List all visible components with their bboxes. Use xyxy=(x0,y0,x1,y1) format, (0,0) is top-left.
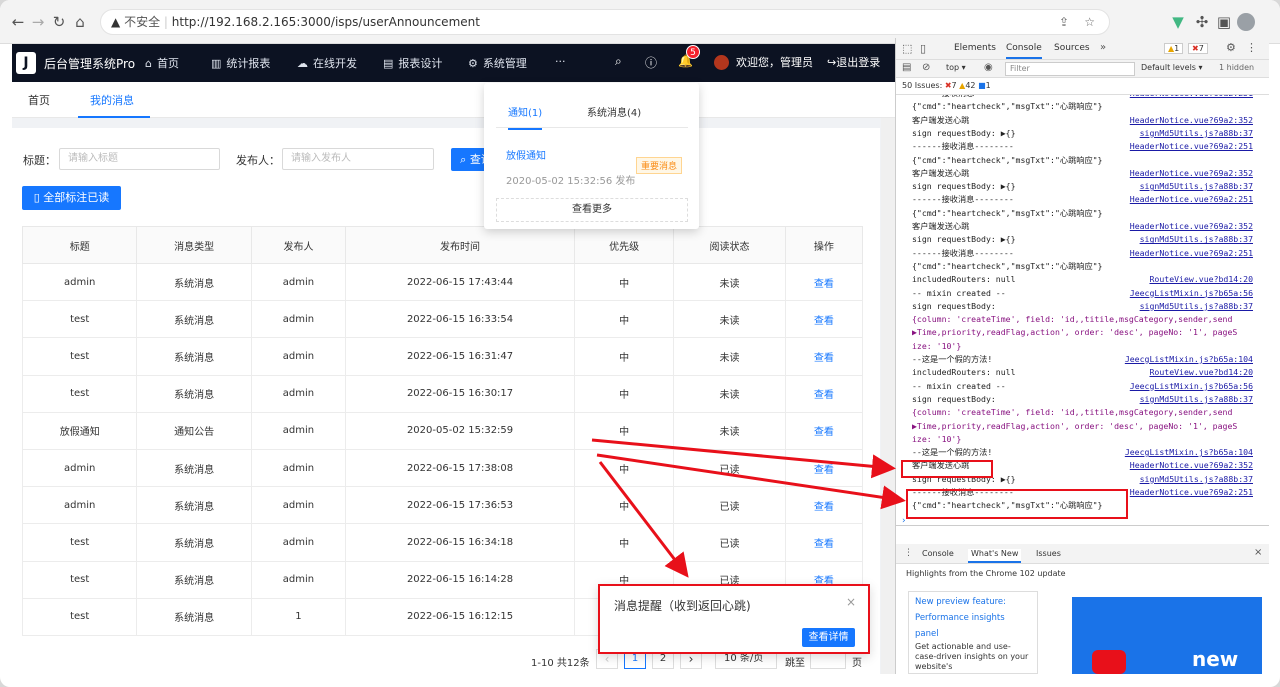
browser-window: ← → ↻ ⌂ ▲ 不安全 | http://192.168.2.165:300… xyxy=(0,0,1280,687)
arrow-to-toast xyxy=(598,461,689,578)
annotation-arrows xyxy=(591,438,906,578)
arrow-to-send-log xyxy=(591,438,896,479)
arrow-to-receive-log xyxy=(596,453,906,510)
